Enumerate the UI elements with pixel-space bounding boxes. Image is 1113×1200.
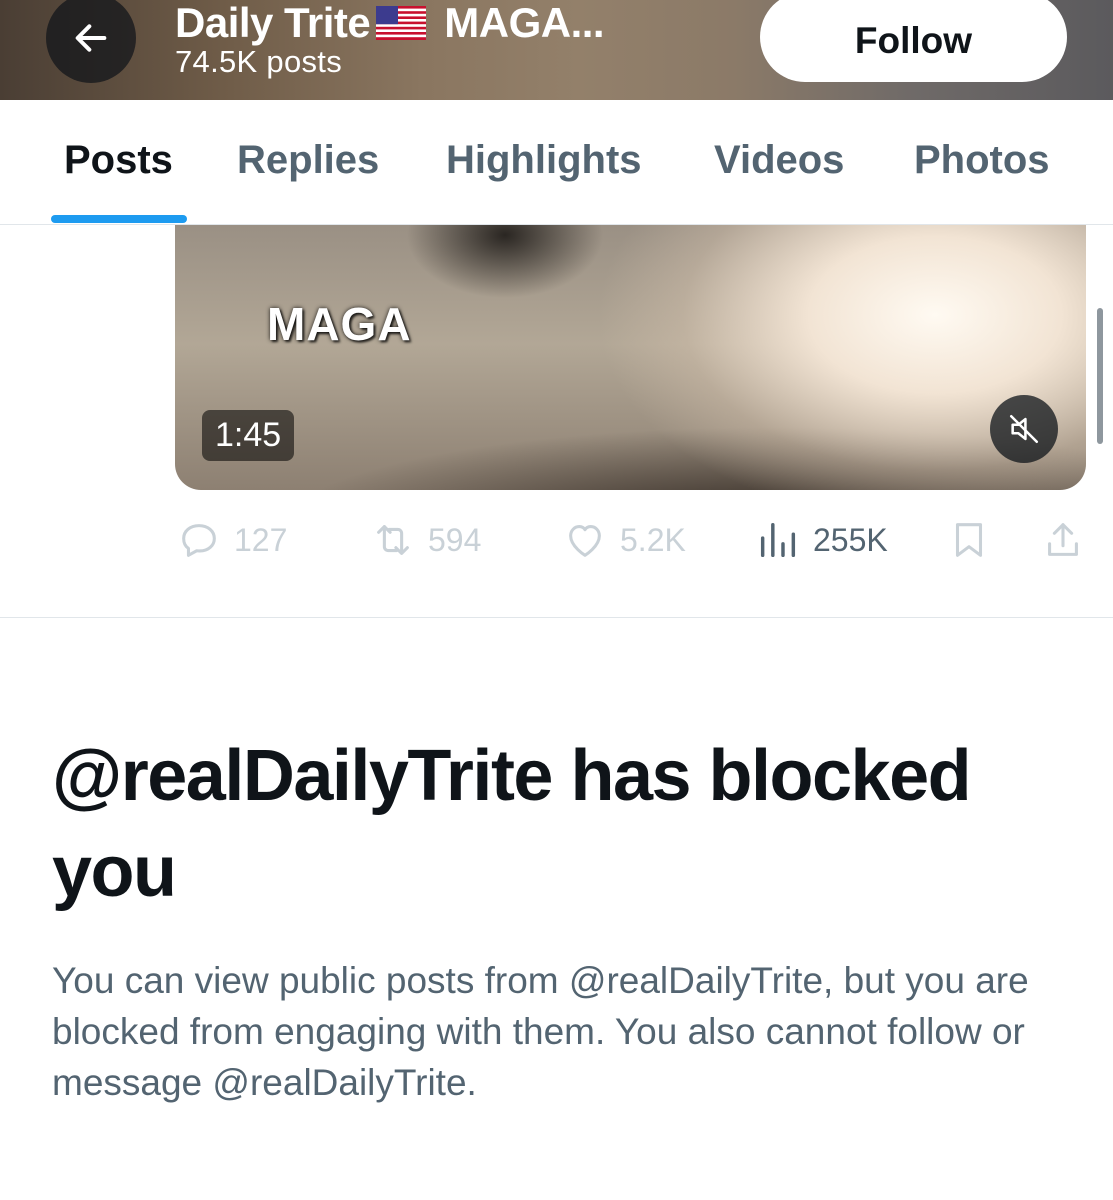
post-count: 74.5K posts xyxy=(175,44,343,79)
arrow-left-icon xyxy=(75,24,107,52)
video-duration: 1:45 xyxy=(202,410,295,461)
video-caption: MAGA xyxy=(267,298,412,350)
tab-videos[interactable]: Videos xyxy=(714,138,844,183)
views-chart-icon xyxy=(760,522,796,558)
like-count: 5.2K xyxy=(620,521,686,558)
active-tab-indicator xyxy=(51,215,187,223)
reply-button[interactable]: 127 xyxy=(176,510,287,570)
profile-tabs: Posts Replies Highlights Videos Photos xyxy=(0,100,1113,225)
divider xyxy=(0,617,1113,618)
profile-name-text: Daily Trite xyxy=(175,0,371,46)
repost-button[interactable]: 594 xyxy=(370,510,481,570)
tab-highlights[interactable]: Highlights xyxy=(446,138,642,183)
profile-name-suffix: MAGA... xyxy=(444,0,605,46)
mute-button[interactable] xyxy=(990,395,1058,463)
bookmark-icon xyxy=(955,523,983,557)
video-player[interactable]: MAGA 1:45 xyxy=(175,225,1086,490)
repost-icon xyxy=(377,525,409,555)
post-actions: 127 594 5.2K 255K xyxy=(0,510,1113,570)
tab-replies[interactable]: Replies xyxy=(237,138,379,183)
heart-icon xyxy=(569,525,601,557)
reply-count: 127 xyxy=(234,521,288,558)
view-count: 255K xyxy=(813,521,888,558)
repost-count: 594 xyxy=(428,521,482,558)
blocked-title: @realDailyTrite has blocked you xyxy=(52,736,972,912)
tab-posts[interactable]: Posts xyxy=(64,138,173,183)
bookmark-button[interactable] xyxy=(946,510,1004,570)
back-button[interactable] xyxy=(46,0,136,83)
like-button[interactable]: 5.2K xyxy=(562,510,686,570)
share-button[interactable] xyxy=(1040,510,1098,570)
us-flag-icon xyxy=(376,6,427,40)
blocked-message: You can view public posts from @realDail… xyxy=(52,960,1029,1103)
tab-photos[interactable]: Photos xyxy=(914,138,1050,183)
reply-icon xyxy=(182,524,216,557)
profile-header: Daily Trite MAGA... 74.5K posts Follow xyxy=(0,0,1113,100)
speaker-muted-icon xyxy=(1009,414,1039,444)
follow-button[interactable]: Follow xyxy=(760,0,1067,82)
share-icon xyxy=(1048,523,1078,556)
scrollbar[interactable] xyxy=(1097,308,1103,444)
views-button[interactable]: 255K xyxy=(755,510,888,570)
profile-name: Daily Trite MAGA... xyxy=(175,0,605,50)
